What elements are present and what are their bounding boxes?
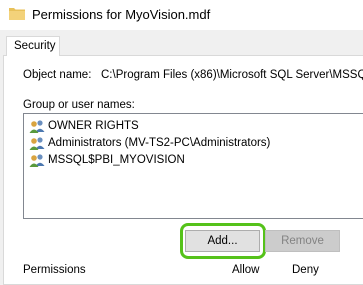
users-icon (29, 153, 45, 167)
group-user-listbox[interactable]: OWNER RIGHTS Administrators (MV-TS2-PC\A… (23, 113, 363, 219)
window-title: Permissions for MyoVision.mdf (32, 7, 211, 22)
list-item-label: OWNER RIGHTS (48, 119, 139, 132)
add-button[interactable]: Add... (185, 230, 260, 252)
permissions-label: Permissions (23, 264, 86, 276)
list-item-mssql-pbi[interactable]: MSSQL$PBI_MYOVISION (29, 151, 185, 168)
deny-column-header: Deny (292, 264, 319, 276)
tab-security-label: Security (14, 40, 56, 52)
folder-icon (9, 6, 25, 20)
users-icon (29, 119, 45, 133)
tab-security[interactable]: Security (6, 36, 60, 56)
list-item-label: MSSQL$PBI_MYOVISION (48, 153, 185, 166)
group-list-label: Group or user names: (23, 99, 135, 111)
object-name-label: Object name: (23, 69, 92, 81)
list-item-label: Administrators (MV-TS2-PC\Administrators… (48, 136, 271, 149)
title-bar: Permissions for MyoVision.mdf (0, 0, 363, 30)
users-icon (29, 136, 45, 150)
remove-button[interactable]: Remove (265, 230, 340, 252)
list-item-owner-rights[interactable]: OWNER RIGHTS (29, 117, 139, 134)
list-item-administrators[interactable]: Administrators (MV-TS2-PC\Administrators… (29, 134, 270, 151)
allow-column-header: Allow (232, 264, 260, 276)
object-name-value: C:\Program Files (x86)\Microsoft SQL Ser… (101, 69, 363, 81)
